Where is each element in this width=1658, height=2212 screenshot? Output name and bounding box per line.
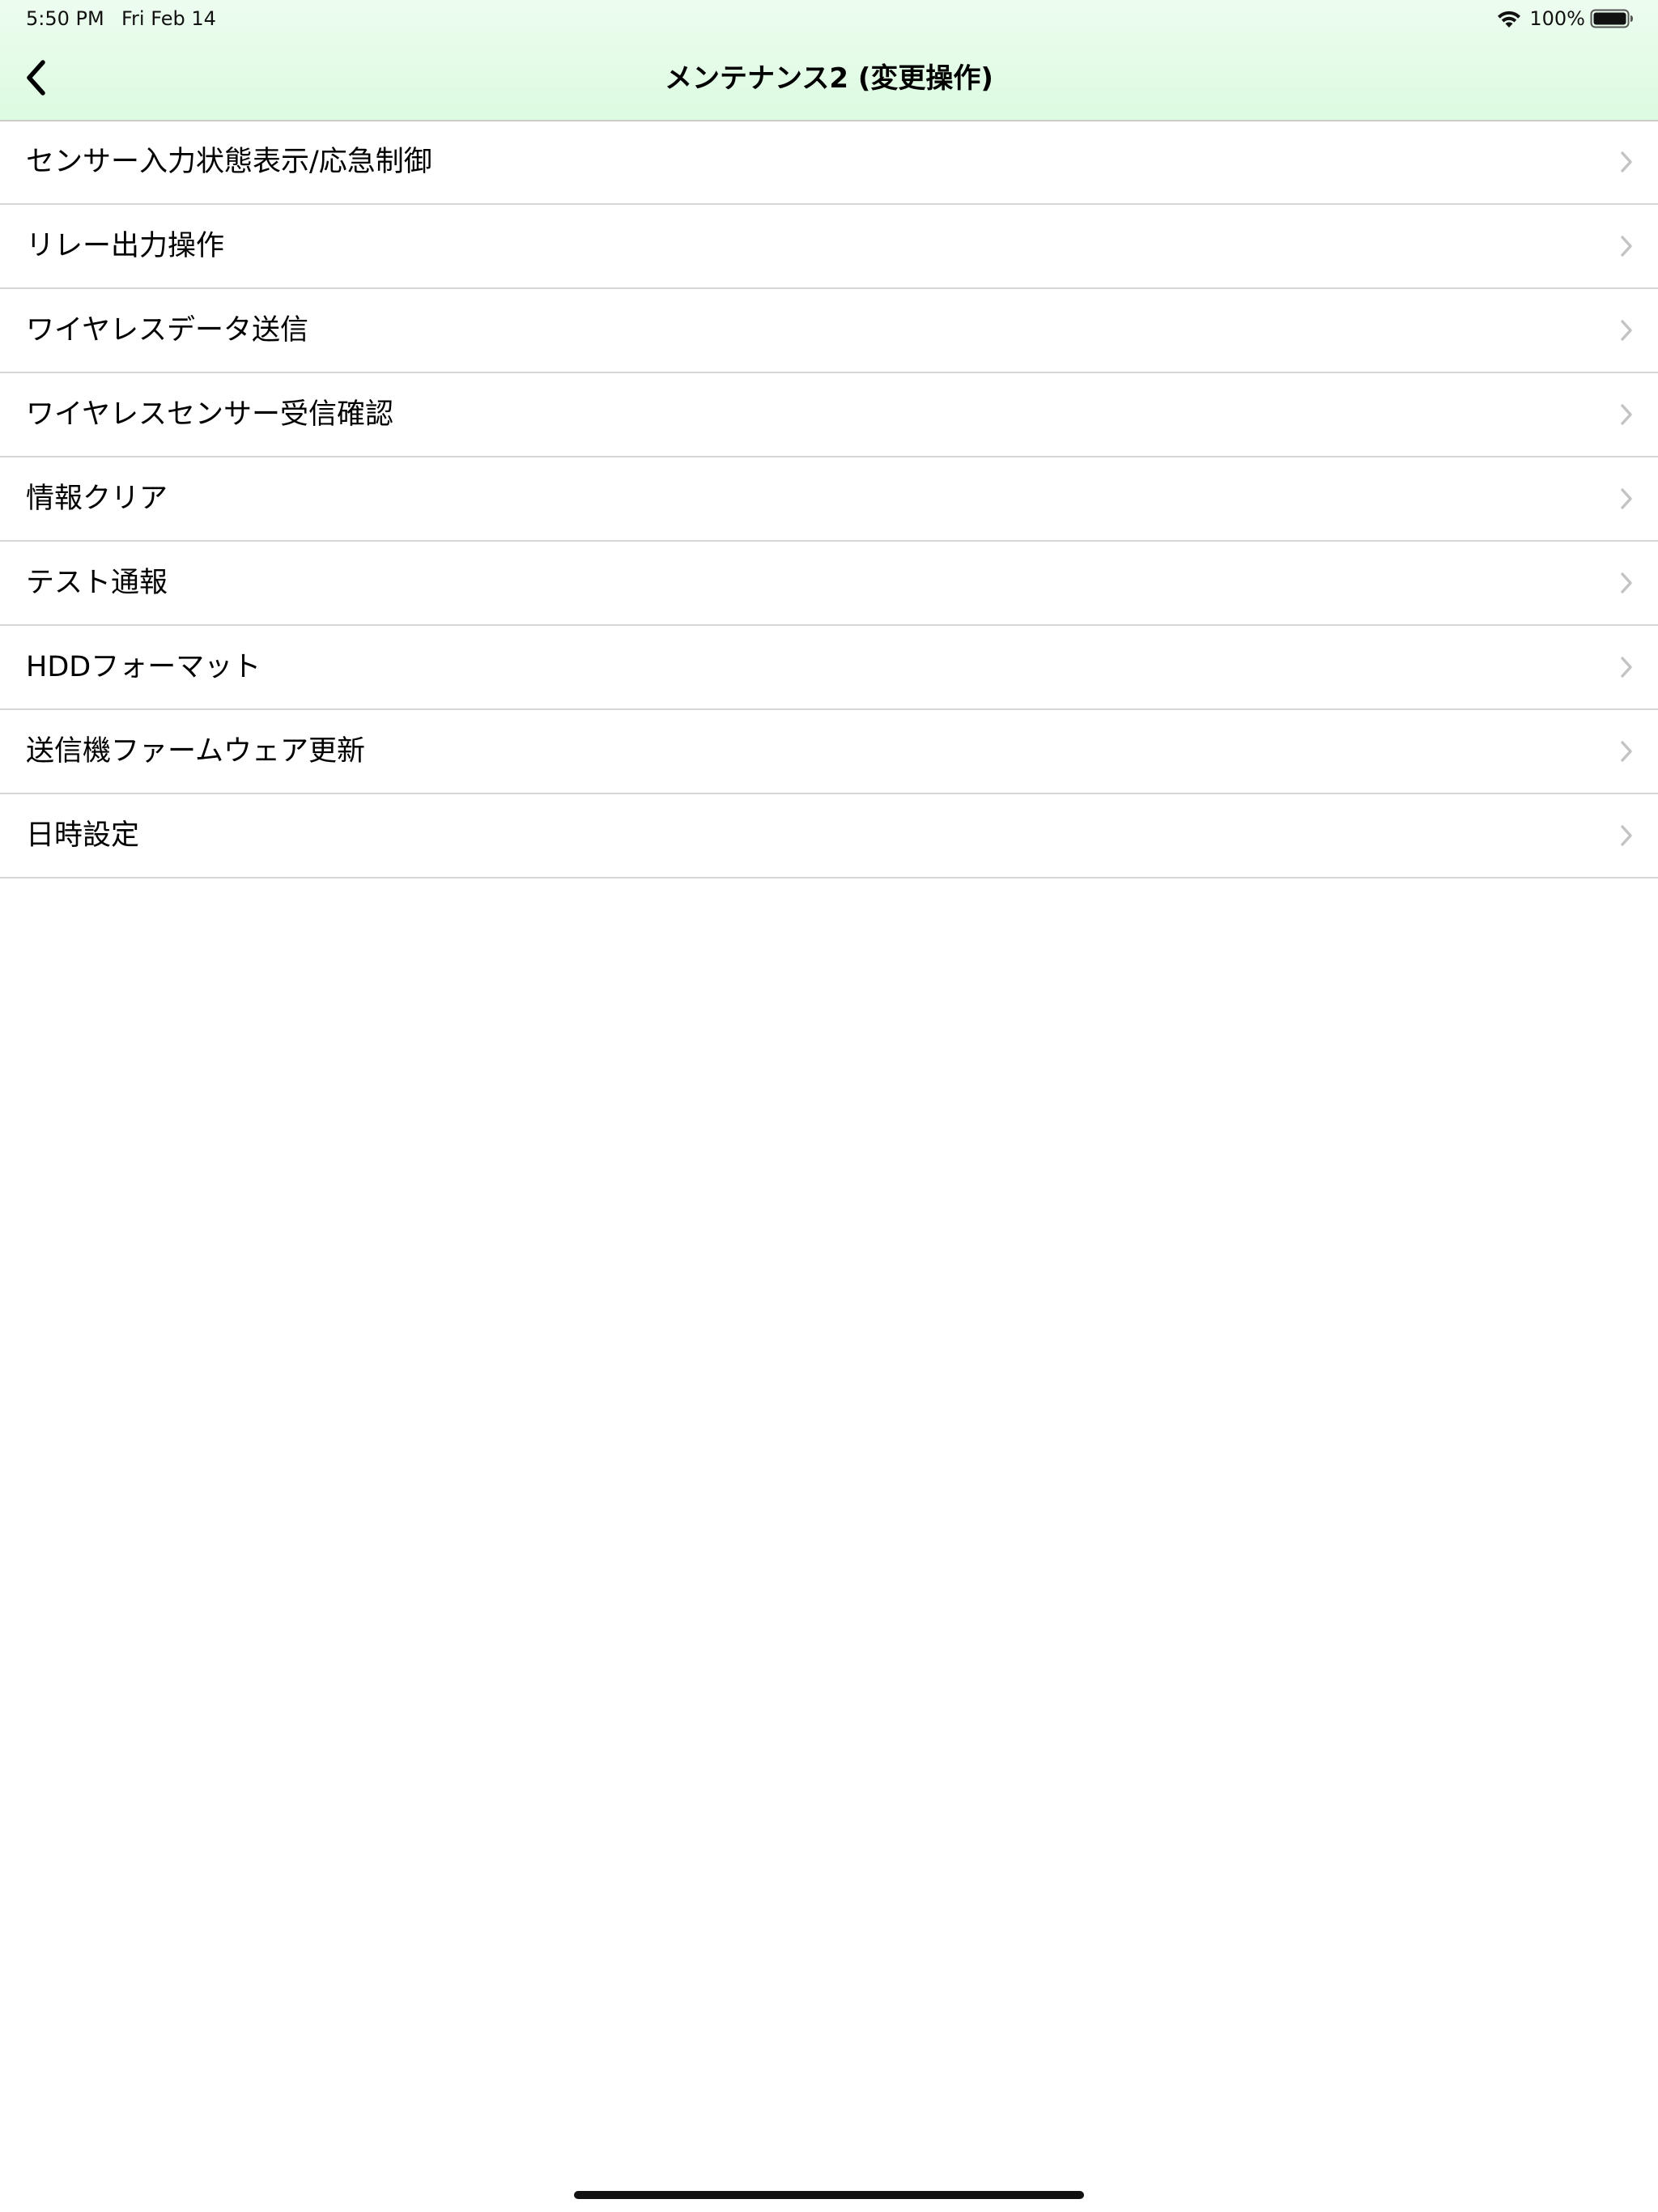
chevron-right-icon xyxy=(1621,825,1632,846)
menu-item-info-clear[interactable]: 情報クリア xyxy=(0,457,1658,542)
menu-item-datetime-settings[interactable]: 日時設定 xyxy=(0,794,1658,878)
menu-item-wireless-sensor-check[interactable]: ワイヤレスセンサー受信確認 xyxy=(0,373,1658,457)
menu-item-label: 送信機ファームウェア更新 xyxy=(26,735,365,768)
chevron-right-icon xyxy=(1621,657,1632,678)
chevron-right-icon xyxy=(1621,151,1632,172)
home-indicator[interactable] xyxy=(574,2191,1084,2199)
status-time: 5:50 PM xyxy=(26,7,104,30)
chevron-right-icon xyxy=(1621,741,1632,762)
menu-item-label: 日時設定 xyxy=(26,819,140,852)
battery-icon xyxy=(1590,9,1633,28)
menu-item-hdd-format[interactable]: HDDフォーマット xyxy=(0,626,1658,710)
status-bar: 5:50 PM Fri Feb 14 100% xyxy=(0,0,1658,37)
wifi-icon xyxy=(1498,11,1521,28)
menu-item-label: ワイヤレスセンサー受信確認 xyxy=(26,398,393,431)
chevron-right-icon xyxy=(1621,320,1632,341)
chevron-right-icon xyxy=(1621,236,1632,257)
chevron-right-icon xyxy=(1621,572,1632,593)
menu-item-label: ワイヤレスデータ送信 xyxy=(26,314,308,347)
navigation-bar: メンテナンス2 (変更操作) xyxy=(0,40,1658,118)
menu-item-firmware-update[interactable]: 送信機ファームウェア更新 xyxy=(0,710,1658,794)
menu-item-sensor-input-status[interactable]: センサー入力状態表示/応急制御 xyxy=(0,121,1658,205)
app-screen: 5:50 PM Fri Feb 14 100% メンテナンス2 (変更操作) セ… xyxy=(0,0,1658,2212)
chevron-right-icon xyxy=(1621,404,1632,425)
status-indicators: 100% xyxy=(1495,6,1634,31)
menu-item-label: リレー出力操作 xyxy=(26,230,225,262)
status-date: Fri Feb 14 xyxy=(121,7,216,30)
menu-item-test-report[interactable]: テスト通報 xyxy=(0,542,1658,626)
menu-item-label: センサー入力状態表示/応急制御 xyxy=(26,146,432,178)
menu-item-label: HDDフォーマット xyxy=(26,651,261,683)
header-area: 5:50 PM Fri Feb 14 100% メンテナンス2 (変更操作) xyxy=(0,0,1658,121)
menu-item-wireless-data-send[interactable]: ワイヤレスデータ送信 xyxy=(0,289,1658,373)
menu-list: センサー入力状態表示/応急制御 リレー出力操作 ワイヤレスデータ送信 ワイヤレス… xyxy=(0,121,1658,878)
chevron-right-icon xyxy=(1621,488,1632,509)
menu-item-label: 情報クリア xyxy=(26,483,168,515)
page-title: メンテナンス2 (変更操作) xyxy=(665,62,993,95)
menu-item-label: テスト通報 xyxy=(26,567,168,599)
battery-percentage: 100% xyxy=(1529,7,1585,30)
menu-item-relay-output[interactable]: リレー出力操作 xyxy=(0,205,1658,289)
